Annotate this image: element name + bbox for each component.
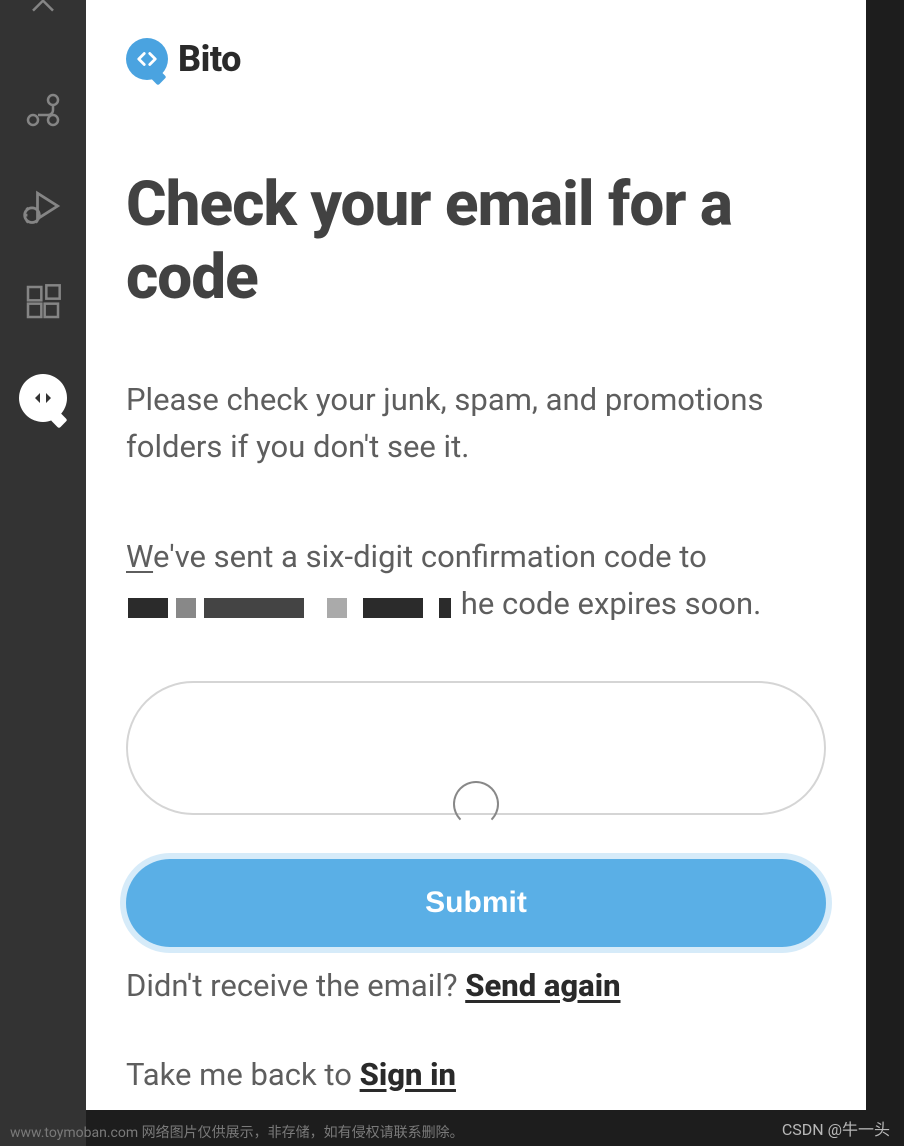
- page-title: Check your email for a code: [126, 168, 826, 314]
- submit-button[interactable]: Submit: [126, 859, 826, 947]
- sidebar-item-explorer[interactable]: [19, 0, 67, 38]
- instruction-text: Please check your junk, spam, and promot…: [126, 376, 826, 470]
- send-again-link[interactable]: Send again: [465, 967, 620, 1004]
- sidebar-item-run-debug[interactable]: [19, 182, 67, 230]
- loading-spinner-icon: [453, 781, 499, 827]
- sidebar-item-extensions[interactable]: [19, 278, 67, 326]
- watermark-right: CSDN @牛一头: [782, 1116, 890, 1140]
- watermark-left: www.toymoban.com 网络图片仅供展示，非存储，如有侵权请联系删除。: [10, 1122, 464, 1142]
- sidebar-item-bito[interactable]: [19, 374, 67, 422]
- brand-logo: Bito: [126, 38, 826, 80]
- bito-icon: [19, 374, 67, 422]
- confirmation-sent-text: We've sent a six-digit confirmation code…: [126, 533, 826, 629]
- resend-row: Didn't receive the email? Send again: [126, 963, 826, 1010]
- activity-bar: [0, 0, 86, 1146]
- main-content: Bito Check your email for a code Please …: [86, 0, 866, 1110]
- back-row: Take me back to Sign in: [126, 1052, 826, 1099]
- sign-in-link[interactable]: Sign in: [360, 1056, 456, 1093]
- bito-logo-icon: [126, 38, 168, 80]
- brand-name: Bito: [178, 38, 241, 80]
- redacted-email: [128, 582, 459, 629]
- sidebar-item-source-control[interactable]: [19, 86, 67, 134]
